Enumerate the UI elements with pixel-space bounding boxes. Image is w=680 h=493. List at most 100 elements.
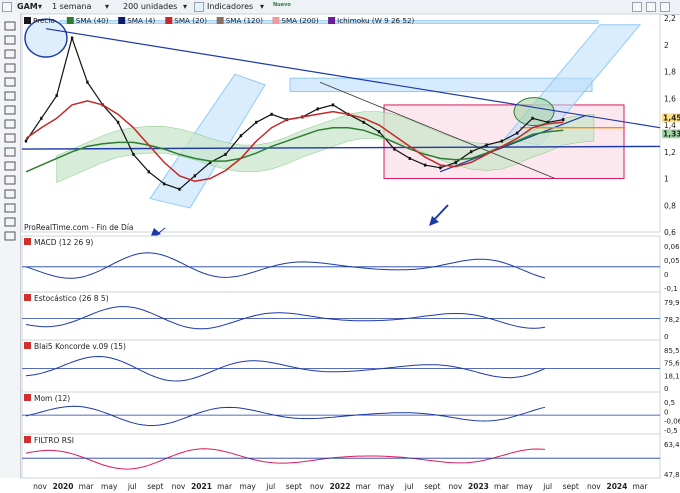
panel-title-koncorde: Blai5 Koncorde v.09 (15) [34, 342, 126, 351]
x-tick-label: may [516, 482, 533, 491]
x-tick-label: jul [127, 482, 137, 491]
panel-tick-macd: 0,062 [664, 243, 680, 251]
legend-swatch [24, 17, 31, 24]
data-point [239, 134, 243, 138]
data-point [286, 140, 288, 143]
data-point [485, 153, 487, 156]
x-tick-label: nov [587, 482, 601, 491]
panel-tick-mom: -0,061 [664, 418, 680, 426]
x-tick-label: mar [217, 482, 233, 491]
chart-canvas[interactable]: Precio SMA (40) SMA (4) SMA (20) SMA (120) SM… [0, 0, 680, 493]
panel-tick-mom: 0 [664, 408, 668, 416]
data-point [178, 174, 180, 177]
panel-icon-koncorde[interactable] [24, 342, 31, 349]
data-point [224, 169, 226, 172]
panel-icon-stoch[interactable] [24, 294, 31, 301]
data-point [255, 152, 257, 155]
data-point [255, 140, 257, 143]
x-tick-label: nov [172, 482, 186, 491]
data-point [163, 148, 165, 151]
x-tick-label: mar [356, 482, 372, 491]
panel-tick-macd: 0,051 [664, 257, 680, 265]
data-point [193, 174, 197, 178]
data-point [209, 177, 211, 180]
data-point [40, 164, 42, 167]
data-point [393, 147, 396, 151]
data-point [347, 113, 349, 116]
data-point [56, 117, 58, 120]
data-point [485, 143, 488, 147]
data-point [70, 36, 74, 40]
data-point [469, 150, 473, 154]
panel-tick-macd: -0,1 [664, 285, 678, 293]
panel-tick-stoch: 78,21 [664, 316, 680, 324]
y-tick-label: 1,2 [664, 148, 676, 157]
panel-tick-rsi: 63,40 [664, 441, 680, 449]
legend-item: SMA (40) [76, 16, 109, 25]
legend-item: Ichimoku (W 9 26 52) [337, 16, 414, 25]
data-point [331, 103, 335, 107]
data-point [71, 150, 73, 153]
panel-tick-mom: 0,5 [664, 399, 675, 407]
data-point [531, 133, 533, 136]
data-point [286, 118, 288, 121]
data-point [316, 113, 318, 116]
panel-tick-macd: 0 [664, 271, 668, 279]
panel-title-rsi: FILTRO RSI [34, 436, 74, 445]
data-point [194, 157, 196, 160]
price-tag-last-label: 1,45 [663, 113, 680, 122]
data-point [301, 134, 303, 137]
x-tick-label: 2024 [606, 482, 627, 491]
legend-swatch [165, 17, 173, 24]
legend-swatch [66, 17, 74, 24]
data-point [86, 145, 88, 148]
data-point [562, 121, 564, 124]
x-tick-label: sept [286, 482, 302, 491]
panel-tick-koncorde: 0 [664, 385, 668, 393]
x-tick-label: nov [33, 482, 47, 491]
data-point [132, 126, 134, 129]
legend-item: Precio [33, 16, 55, 25]
legend-swatch [118, 17, 126, 24]
x-tick-label: 2021 [191, 482, 212, 491]
data-point [531, 116, 534, 120]
data-point [378, 124, 380, 127]
data-point [116, 120, 120, 124]
y-tick-label: 2,2 [664, 14, 676, 23]
panel-tick-koncorde: 85,54 [664, 347, 680, 355]
data-point [148, 144, 150, 147]
data-point [424, 153, 426, 156]
data-point [163, 161, 165, 164]
x-tick-label: mar [494, 482, 510, 491]
data-point [424, 156, 426, 159]
panel-icon-mom[interactable] [24, 394, 31, 401]
x-tick-label: nov [448, 482, 462, 491]
data-point [516, 131, 519, 135]
data-point [178, 187, 181, 191]
data-point [25, 170, 27, 173]
x-tick-label: jul [265, 482, 275, 491]
data-point [332, 126, 334, 129]
data-point [178, 153, 180, 156]
data-point [363, 117, 365, 120]
panel-title-stoch: Estocástico (26 8 5) [34, 294, 109, 303]
data-point [439, 166, 442, 170]
data-point [316, 129, 318, 132]
data-point [117, 113, 119, 116]
x-tick-label: 2023 [468, 482, 489, 491]
panel-stoch [21, 291, 661, 341]
data-point [194, 180, 196, 183]
panel-icon-rsi[interactable] [24, 436, 31, 443]
legend-item: SMA (20) [174, 16, 207, 25]
legend-item: SMA (200) [281, 16, 318, 25]
x-tick-label: sept [563, 482, 579, 491]
panel-icon-macd[interactable] [24, 238, 31, 245]
data-point [71, 103, 73, 106]
data-point [454, 160, 457, 164]
data-point [501, 145, 503, 148]
panel-tick-koncorde: 18,15 [664, 372, 680, 380]
data-point [162, 182, 166, 186]
legend-swatch [328, 17, 336, 24]
data-point [455, 165, 457, 168]
data-point [56, 157, 58, 160]
